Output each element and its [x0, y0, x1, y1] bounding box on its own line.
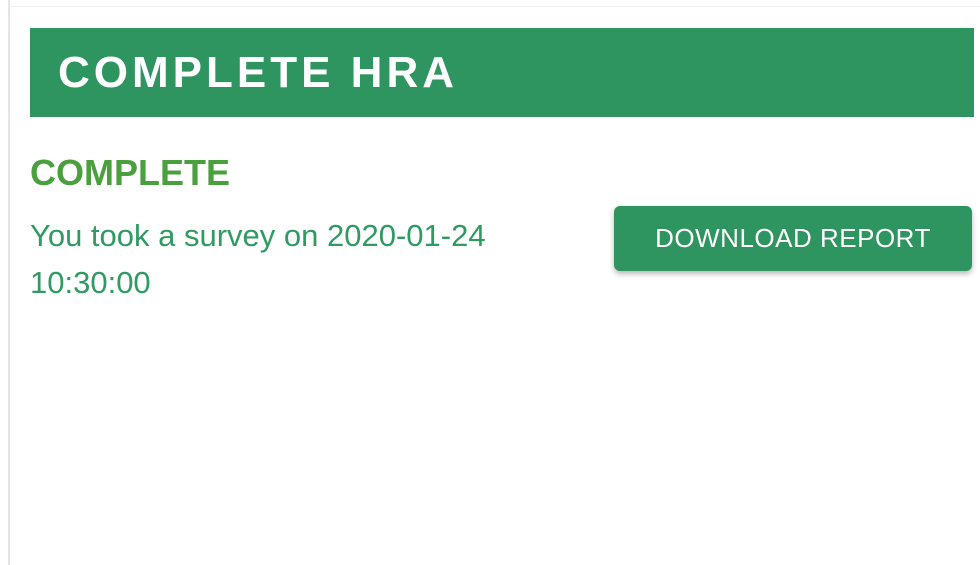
header-bar: COMPLETE HRA	[30, 28, 974, 117]
card-left-border	[8, 0, 10, 565]
survey-date-text: You took a survey on 2020-01-24 10:30:00	[30, 218, 486, 300]
download-report-button[interactable]: DOWNLOAD REPORT	[614, 206, 972, 271]
card-top-border	[8, 6, 980, 7]
page-title: COMPLETE HRA	[58, 47, 458, 97]
status-heading: COMPLETE	[30, 152, 231, 193]
hra-page: COMPLETE HRA COMPLETE You took a survey …	[0, 0, 980, 565]
